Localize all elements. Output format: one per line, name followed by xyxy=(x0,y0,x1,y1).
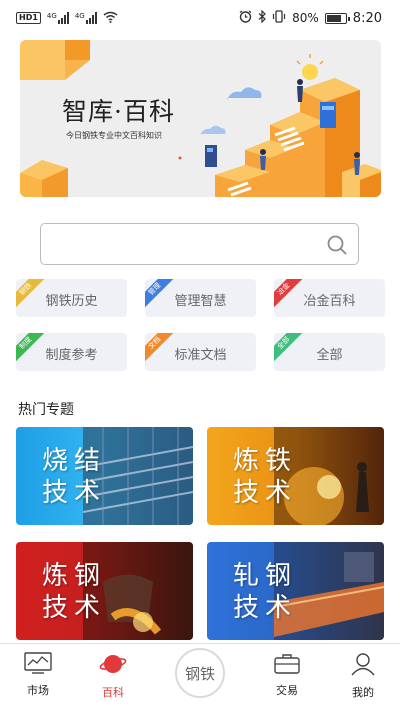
nav-market[interactable]: 市场 xyxy=(8,652,68,698)
banner-subtitle: 今日钢铁专业中文百科知识 xyxy=(66,131,162,140)
nav-mine[interactable]: 我的 xyxy=(333,652,393,700)
wifi-icon xyxy=(103,11,118,26)
nav-mine-label: 我的 xyxy=(352,686,374,699)
clock-time: 8:20 xyxy=(352,10,382,26)
status-bar: HD1 4G 4G 80% 8:20 xyxy=(0,0,400,36)
baike-planet-icon xyxy=(99,655,127,673)
battery-icon xyxy=(324,12,350,24)
category-label: 管理智慧 xyxy=(174,294,227,309)
category-label: 冶金百科 xyxy=(303,294,356,309)
topic-sintering-technology[interactable]: 烧结 技术 xyxy=(16,427,193,525)
search-icon[interactable] xyxy=(326,234,348,256)
status-right: 80% 8:20 xyxy=(239,9,382,26)
category-label: 制度参考 xyxy=(45,348,98,363)
nav-trade-label: 交易 xyxy=(276,684,298,697)
search-input[interactable] xyxy=(40,223,359,265)
market-chart-icon xyxy=(24,652,52,674)
nav-steel-label: 钢铁 xyxy=(184,664,215,683)
topic-title: 炼铁 技术 xyxy=(233,446,298,508)
topic-ironmaking-technology[interactable]: 炼铁 技术 xyxy=(207,427,384,525)
category-metallurgy-encyclopedia[interactable]: 冶金 冶金百科 xyxy=(274,279,385,317)
nav-trade[interactable]: 交易 xyxy=(257,652,317,698)
topic-title: 烧结 技术 xyxy=(42,446,107,508)
banner-zhiku-baike[interactable]: 智库·百科 今日钢铁专业中文百科知识 xyxy=(20,40,381,197)
alarm-icon xyxy=(239,10,252,26)
vibrate-icon xyxy=(272,10,286,26)
status-left: HD1 4G 4G xyxy=(16,11,118,26)
category-all[interactable]: 全部 全部 xyxy=(274,333,385,371)
category-management-wisdom[interactable]: 管理 管理智慧 xyxy=(145,279,256,317)
bluetooth-icon xyxy=(258,9,266,26)
category-label: 全部 xyxy=(316,348,343,363)
briefcase-icon xyxy=(274,654,300,674)
hd-badge: HD1 xyxy=(16,12,41,24)
topic-steelmaking-technology[interactable]: 炼钢 技术 xyxy=(16,542,193,640)
category-label: 标准文档 xyxy=(174,348,227,363)
hot-topics-title: 热门专题 xyxy=(18,402,74,418)
signal-sim2-icon: 4G xyxy=(75,12,97,24)
nav-steel-center-button[interactable]: 钢铁 xyxy=(175,648,225,698)
category-system-reference[interactable]: 制度 制度参考 xyxy=(16,333,127,371)
topic-title: 轧钢 技术 xyxy=(233,561,298,623)
banner-title: 智库·百科 xyxy=(62,97,175,126)
nav-baike[interactable]: 百科 xyxy=(83,652,143,700)
nav-market-label: 市场 xyxy=(27,684,49,697)
category-label: 钢铁历史 xyxy=(45,294,98,309)
user-icon xyxy=(351,653,375,676)
signal-sim1-icon: 4G xyxy=(47,12,69,24)
topic-rolling-technology[interactable]: 轧钢 技术 xyxy=(207,542,384,640)
battery-percent: 80% xyxy=(292,11,319,25)
nav-baike-label: 百科 xyxy=(102,686,124,699)
category-steel-history[interactable]: 钢铁 钢铁历史 xyxy=(16,279,127,317)
topic-title: 炼钢 技术 xyxy=(42,561,107,623)
category-standard-documents[interactable]: 文档 标准文档 xyxy=(145,333,256,371)
bottom-nav: 市场 百科 钢铁 交易 我的 xyxy=(0,643,400,711)
battery-fill xyxy=(326,14,341,22)
